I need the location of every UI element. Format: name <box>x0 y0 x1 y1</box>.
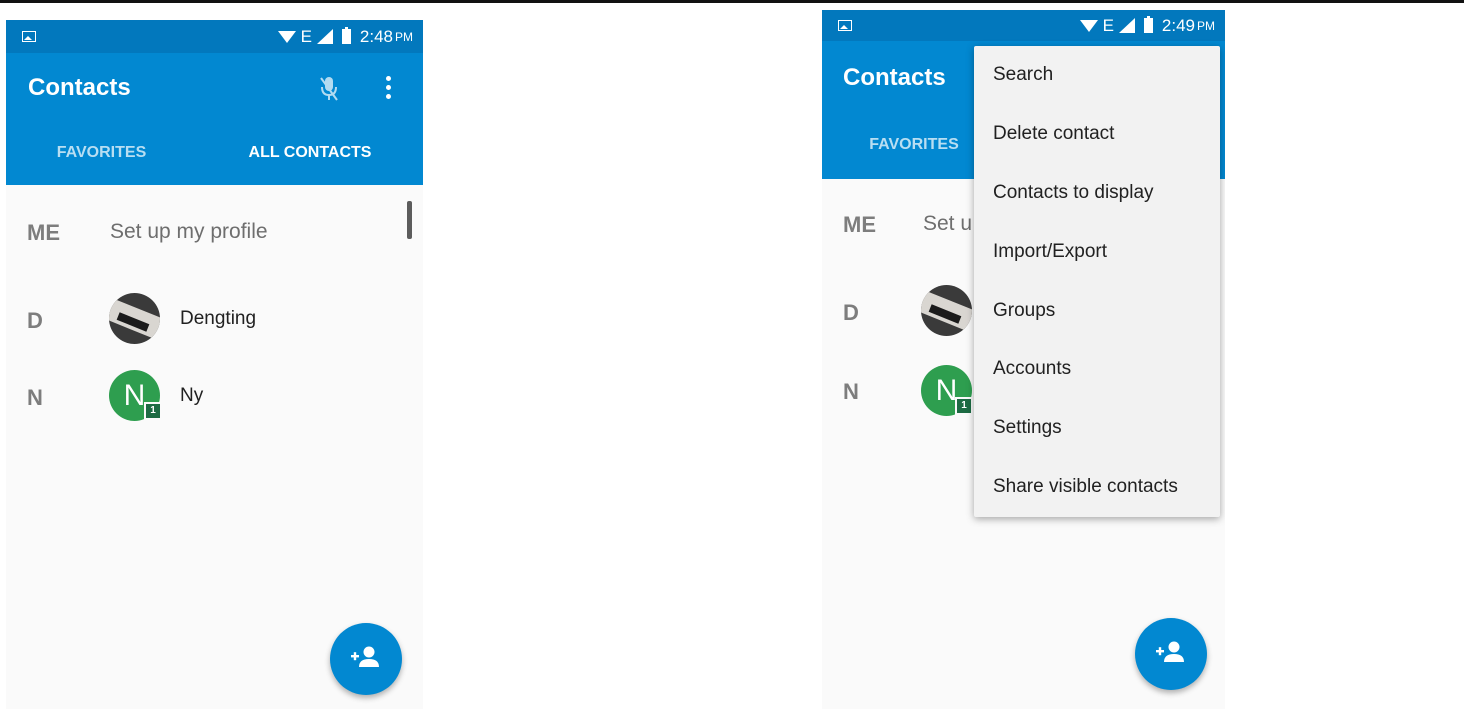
me-label: ME <box>27 220 60 245</box>
add-contact-button[interactable] <box>1135 618 1207 690</box>
app-title: Contacts <box>843 64 946 91</box>
sim-badge: 1 <box>144 402 162 420</box>
image-notification-icon <box>22 30 36 42</box>
avatar-photo[interactable] <box>921 285 972 336</box>
me-label: ME <box>843 212 876 237</box>
setup-profile-item[interactable]: Set u <box>923 212 972 236</box>
status-icons: E 2:48 PM <box>277 20 413 53</box>
contact-name-dengting[interactable]: Dengting <box>180 308 256 330</box>
menu-item-share-visible-contacts[interactable]: Share visible contacts <box>974 458 1220 517</box>
overflow-menu: Search Delete contact Contacts to displa… <box>974 46 1220 517</box>
wifi-icon <box>277 30 296 43</box>
top-border-line <box>0 0 1464 3</box>
add-contact-icon <box>351 646 379 667</box>
clock-ampm: PM <box>395 29 413 44</box>
add-contact-button[interactable] <box>330 623 402 695</box>
status-bar: E 2:49 PM <box>822 10 1225 41</box>
menu-item-delete-contact[interactable]: Delete contact <box>974 105 1220 164</box>
menu-item-search[interactable]: Search <box>974 46 1220 105</box>
clock-time: 2:49 <box>1161 15 1195 35</box>
menu-item-settings[interactable]: Settings <box>974 399 1220 458</box>
section-header-d: D <box>843 300 859 325</box>
image-notification-icon <box>838 19 852 31</box>
mic-off-icon[interactable] <box>318 75 340 103</box>
app-title: Contacts <box>28 74 131 101</box>
sim-badge: 1 <box>955 397 973 415</box>
signal-icon <box>316 29 333 44</box>
contact-name-ny[interactable]: Ny <box>180 385 203 407</box>
section-header-n: N <box>27 385 43 410</box>
avatar-photo[interactable] <box>109 293 160 344</box>
status-icons: E 2:49 PM <box>1079 10 1215 41</box>
more-vert-icon[interactable] <box>384 73 392 103</box>
network-type: E <box>300 26 312 46</box>
clock-ampm: PM <box>1197 18 1215 33</box>
menu-item-groups[interactable]: Groups <box>974 282 1220 341</box>
status-bar: E 2:48 PM <box>6 20 423 53</box>
left-screen: E 2:48 PM Contacts FAVORITES ALL CONTACT… <box>6 20 423 709</box>
battery-charging-icon <box>341 27 351 44</box>
battery-charging-icon <box>1143 16 1153 33</box>
section-header-d: D <box>27 308 43 333</box>
clock-time: 2:48 <box>359 26 393 46</box>
menu-item-import-export[interactable]: Import/Export <box>974 223 1220 282</box>
wifi-icon <box>1079 19 1098 32</box>
tab-indicator <box>197 215 423 218</box>
menu-item-contacts-to-display[interactable]: Contacts to display <box>974 164 1220 223</box>
tab-all-contacts[interactable]: ALL CONTACTS <box>197 144 423 162</box>
add-contact-icon <box>1156 641 1184 662</box>
app-bar: Contacts FAVORITES ALL CONTACTS <box>6 53 423 218</box>
tab-favorites[interactable]: FAVORITES <box>6 144 197 162</box>
setup-profile-item[interactable]: Set up my profile <box>110 220 268 244</box>
right-screen: E 2:49 PM Contacts FAVORITES ME Set u D … <box>822 10 1225 709</box>
scrollbar[interactable] <box>407 201 412 239</box>
section-header-n: N <box>843 379 859 404</box>
menu-item-accounts[interactable]: Accounts <box>974 340 1220 399</box>
signal-icon <box>1118 18 1135 33</box>
network-type: E <box>1102 15 1114 35</box>
